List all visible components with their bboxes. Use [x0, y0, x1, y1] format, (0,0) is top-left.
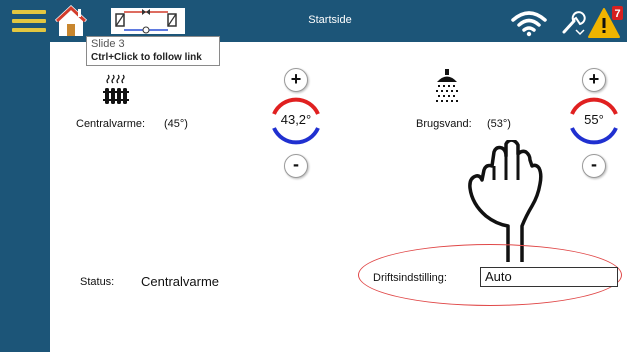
hotwater-plus-button[interactable]: + [582, 68, 606, 92]
hotwater-setpoint: (53°) [487, 118, 511, 130]
mode-select[interactable]: Auto [480, 267, 618, 287]
shower-icon [436, 69, 458, 102]
heating-minus-button[interactable]: - [284, 154, 308, 178]
mode-label: Driftsindstilling: [373, 272, 447, 284]
heating-control: + 43,2° - [266, 68, 326, 178]
radiator-icon [103, 74, 129, 104]
status-value: Centralvarme [141, 274, 220, 289]
hotwater-label: Brugsvand: [416, 118, 472, 130]
tooltip-slide: Slide 3 [91, 38, 125, 50]
wrench-icon[interactable] [560, 8, 586, 36]
heating-plus-button[interactable]: + [284, 68, 308, 92]
warning-icon[interactable]: 7 [588, 5, 624, 39]
tooltip-hint: Ctrl+Click to follow link [91, 52, 202, 63]
hotwater-minus-button[interactable]: - [582, 154, 606, 178]
mode-value: Auto [485, 269, 512, 284]
page-title: Startside [308, 14, 352, 26]
menu-icon[interactable] [12, 10, 46, 34]
system-schema-icon[interactable] [110, 6, 186, 36]
wifi-icon[interactable] [510, 9, 548, 37]
heating-value: 43,2° [280, 112, 312, 127]
home-icon[interactable] [54, 4, 88, 38]
hotwater-control: + 55° - [564, 68, 624, 178]
heating-setpoint: (45°) [164, 118, 188, 130]
heating-label: Centralvarme: [76, 118, 146, 130]
sidebar [0, 42, 50, 352]
warning-count-badge: 7 [614, 8, 620, 20]
status-label: Status: [80, 276, 115, 288]
hotwater-value: 55° [584, 112, 604, 127]
link-tooltip: Slide 3 Ctrl+Click to follow link [86, 36, 220, 66]
